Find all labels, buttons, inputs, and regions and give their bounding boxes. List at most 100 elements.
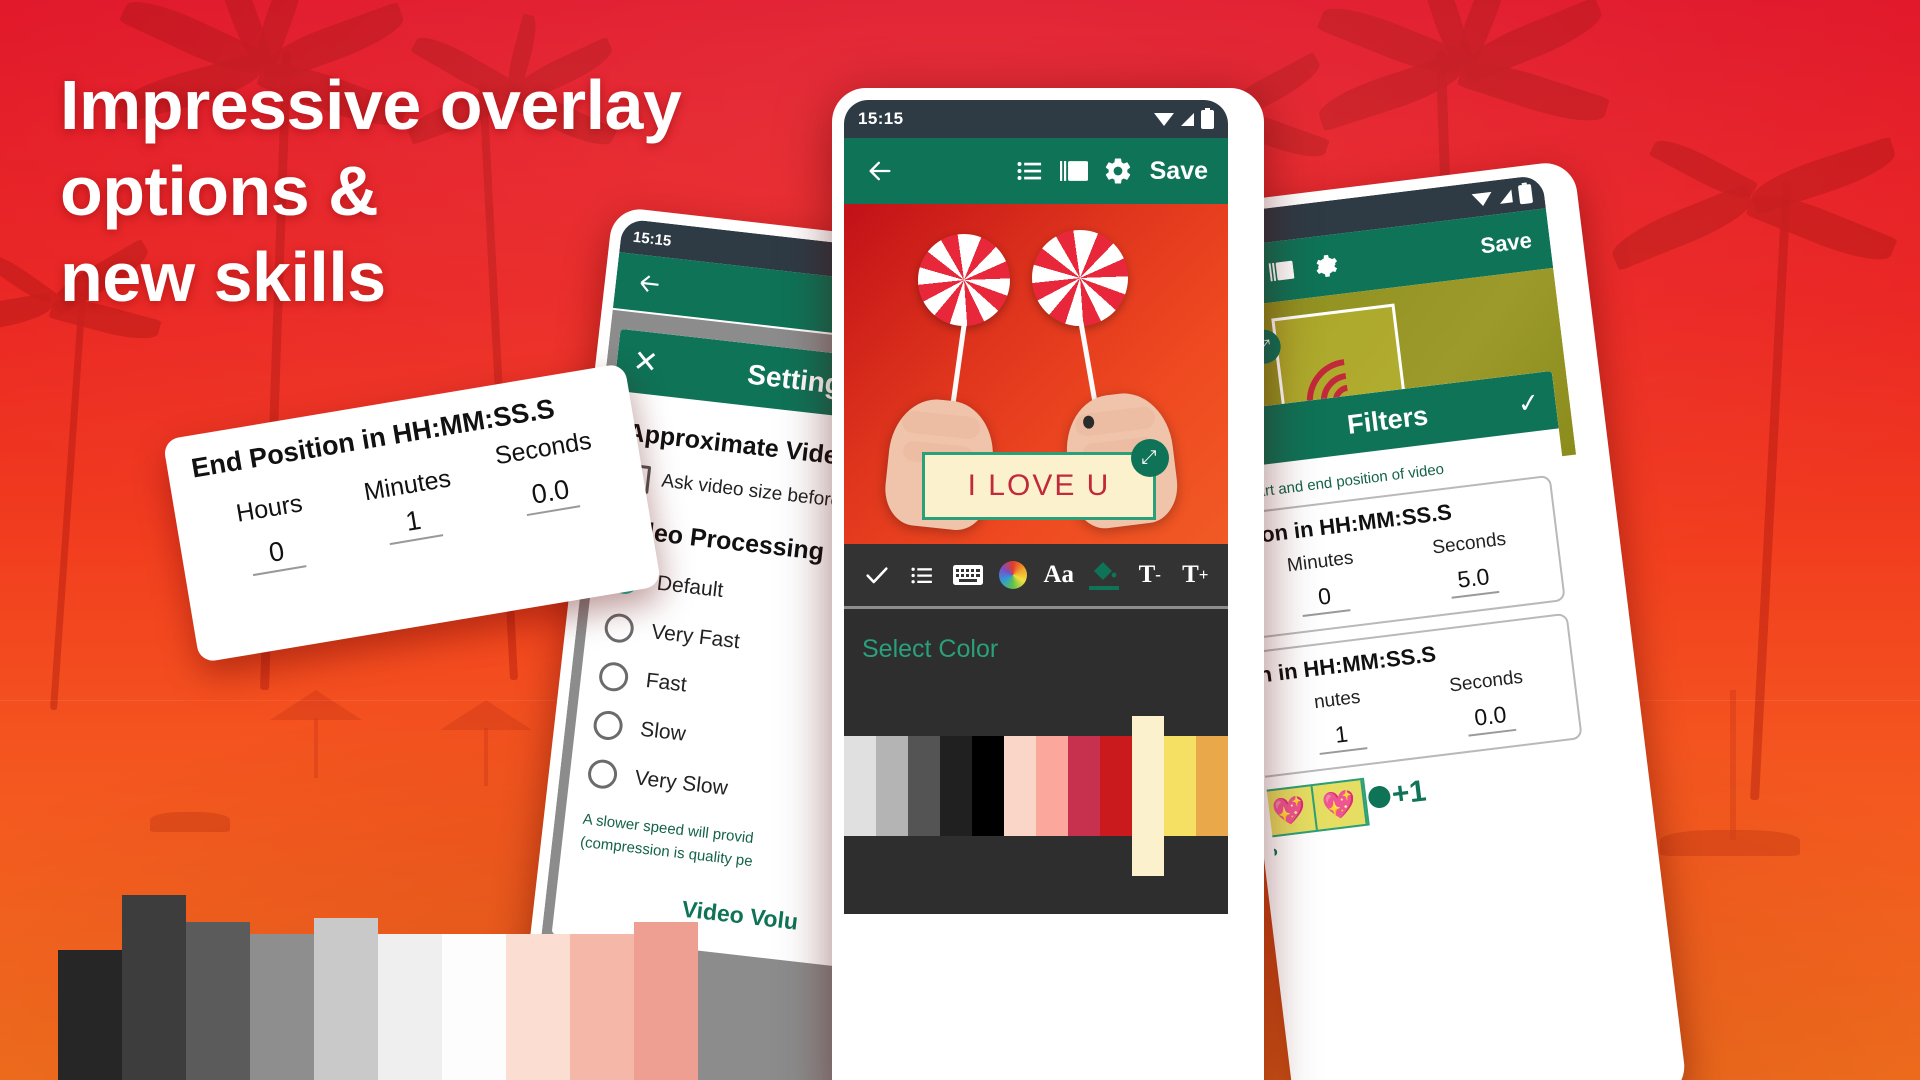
- gear-icon[interactable]: [1096, 149, 1140, 193]
- radio-icon[interactable]: [592, 709, 625, 742]
- lollipop-left: [918, 234, 1010, 326]
- gear-icon[interactable]: [1301, 241, 1350, 290]
- color-swatch[interactable]: [1100, 736, 1132, 836]
- text-decrease-icon[interactable]: T -: [1127, 561, 1173, 589]
- minutes-value[interactable]: 1: [1316, 718, 1368, 755]
- option-label: Very Fast: [650, 619, 741, 653]
- radio-icon[interactable]: [597, 660, 630, 693]
- list-icon[interactable]: [1008, 149, 1052, 193]
- wifi-icon: [1154, 112, 1174, 126]
- strip-swatch: [250, 934, 314, 1080]
- color-strip: [58, 848, 698, 1080]
- seconds-column: Seconds 5.0: [1393, 524, 1550, 605]
- seconds-column: Seconds 0.0: [1410, 662, 1567, 743]
- confirm-icon[interactable]: [854, 561, 900, 589]
- strip-swatch: [186, 922, 250, 1080]
- strip-swatch: [122, 895, 186, 1080]
- headline-line-3: new skills: [60, 238, 386, 317]
- gallery-icon[interactable]: [1257, 246, 1306, 295]
- filters-dialog-body: he start and end position of video ition…: [1205, 428, 1609, 885]
- font-icon[interactable]: Aa: [1036, 561, 1082, 589]
- signal-icon: [1181, 112, 1194, 126]
- radio-icon[interactable]: [586, 758, 619, 791]
- lollipop-right: [1032, 230, 1128, 326]
- sticker-row[interactable]: 💖 💖 +1: [1260, 774, 1428, 839]
- seconds-label: Seconds: [1431, 528, 1508, 559]
- text-increase-icon[interactable]: T +: [1173, 561, 1219, 589]
- battery-icon: [1517, 183, 1534, 204]
- option-label: Fast: [644, 668, 688, 697]
- color-swatch[interactable]: [1036, 736, 1068, 836]
- select-color-label: Select Color: [862, 635, 999, 663]
- check-icon[interactable]: ✓: [1516, 386, 1541, 419]
- color-swatch[interactable]: [1004, 736, 1036, 836]
- sticker-count-badge: +1: [1366, 774, 1428, 815]
- color-swatch[interactable]: [940, 736, 972, 836]
- seconds-label: Seconds: [1448, 666, 1525, 697]
- keyboard-icon[interactable]: [945, 563, 991, 587]
- sticker-count-label: +1: [1389, 774, 1428, 812]
- headline-line-2: options &: [60, 152, 379, 231]
- seconds-value[interactable]: 0.0: [521, 472, 581, 517]
- minutes-label: nutes: [1312, 686, 1362, 714]
- list-icon[interactable]: [900, 563, 946, 588]
- feature-graphic: Impressive overlay options & new skills: [0, 0, 1920, 1080]
- seconds-value[interactable]: 5.0: [1447, 562, 1500, 599]
- end-position-card: n in HH:MM:SS.S nutes 1 Seconds 0.0: [1241, 612, 1583, 779]
- main-screen: 15:15 Save I LOVE U ⤢ Aa T - T + Select …: [844, 100, 1228, 1080]
- strip-swatch: [314, 918, 378, 1080]
- color-swatch[interactable]: [1164, 736, 1196, 836]
- headline-line-1: Impressive overlay: [60, 66, 682, 144]
- heart-sticker[interactable]: 💖: [1262, 786, 1318, 836]
- color-swatch[interactable]: [908, 736, 940, 836]
- signal-icon: [1498, 188, 1513, 204]
- text-edit-toolbar: Aa T - T +: [844, 544, 1228, 609]
- color-swatch[interactable]: [972, 736, 1004, 836]
- count-dot-icon: [1366, 784, 1392, 810]
- back-arrow-icon[interactable]: [858, 149, 902, 193]
- resize-handle-icon[interactable]: ⤢: [1131, 439, 1169, 477]
- heart-sticker[interactable]: 💖: [1312, 779, 1368, 830]
- hours-column: Hours 0: [198, 483, 349, 583]
- option-label: Very Slow: [633, 765, 729, 800]
- color-swatch-selected[interactable]: [1132, 716, 1164, 876]
- radio-icon[interactable]: [603, 612, 636, 645]
- overlay-text: I LOVE U: [967, 469, 1111, 502]
- text-overlay[interactable]: I LOVE U ⤢: [922, 439, 1169, 520]
- color-swatch[interactable]: [1196, 736, 1228, 836]
- color-swatch[interactable]: [1068, 736, 1100, 836]
- color-swatch[interactable]: [844, 736, 876, 836]
- strip-swatch: [634, 922, 698, 1080]
- strip-swatch: [442, 934, 506, 1080]
- wifi-icon: [1471, 191, 1493, 207]
- gallery-icon[interactable]: [1052, 149, 1096, 193]
- seconds-column: Seconds 0.0: [474, 427, 625, 537]
- color-panel-footer: [844, 836, 1228, 914]
- minutes-label: Minutes: [1285, 547, 1355, 577]
- option-label: Default: [655, 571, 725, 602]
- color-swatch-row: [844, 716, 1228, 876]
- status-icons: [1154, 107, 1214, 129]
- hours-value[interactable]: 0: [247, 532, 307, 577]
- save-button[interactable]: Save: [1140, 157, 1214, 186]
- strip-swatch: [58, 950, 122, 1080]
- minutes-value[interactable]: 0: [1299, 580, 1351, 617]
- status-time: 15:15: [858, 109, 904, 128]
- minutes-column: Minutes 1: [336, 460, 487, 560]
- video-preview[interactable]: I LOVE U ⤢: [844, 204, 1228, 544]
- fill-color-icon[interactable]: [1082, 560, 1128, 590]
- seconds-value[interactable]: 0.0: [1464, 700, 1517, 737]
- minutes-label: Minutes: [361, 464, 453, 507]
- save-button[interactable]: Save: [1469, 227, 1539, 261]
- strip-swatch: [378, 934, 442, 1080]
- strip-swatch: [506, 934, 570, 1080]
- minutes-value[interactable]: 1: [384, 501, 444, 546]
- hours-label: Hours: [234, 489, 305, 528]
- page-title: Impressive overlay options & new skills: [60, 62, 820, 320]
- color-wheel-icon[interactable]: [991, 561, 1037, 589]
- strip-swatch: [570, 934, 634, 1080]
- close-icon[interactable]: ✕: [631, 345, 660, 381]
- color-swatch[interactable]: [876, 736, 908, 836]
- app-bar: Save: [844, 138, 1228, 204]
